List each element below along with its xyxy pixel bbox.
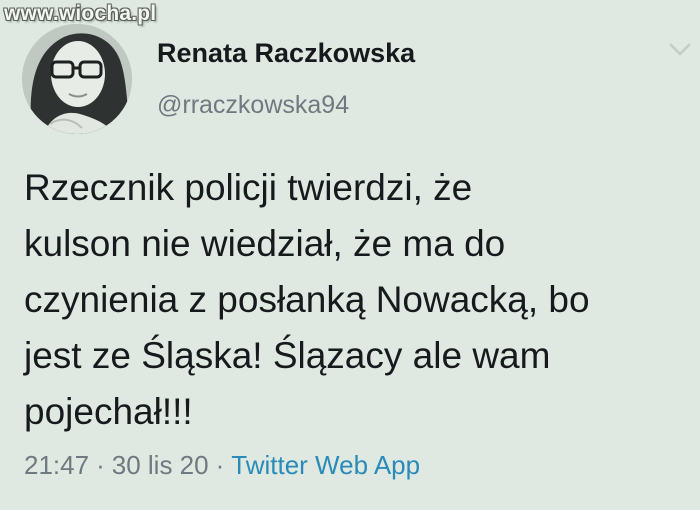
source-app-link[interactable]: Twitter Web App [231,450,420,480]
chevron-down-icon[interactable] [668,40,692,60]
separator: · [96,450,105,480]
tweet-date[interactable]: 30 lis 20 [112,450,209,480]
avatar[interactable] [22,24,132,134]
tweet-time[interactable]: 21:47 [24,450,89,480]
watermark: www.wiocha.pl [4,2,157,25]
avatar-photo [22,24,132,134]
display-name[interactable]: Renata Raczkowska [157,38,415,69]
separator: · [215,450,225,480]
user-handle[interactable]: @rraczkowska94 [157,91,349,120]
tweet-meta: 21:47 · 30 lis 20 · Twitter Web App [24,450,420,481]
tweet-text: Rzecznik policji twierdzi, że kulson nie… [24,167,590,432]
